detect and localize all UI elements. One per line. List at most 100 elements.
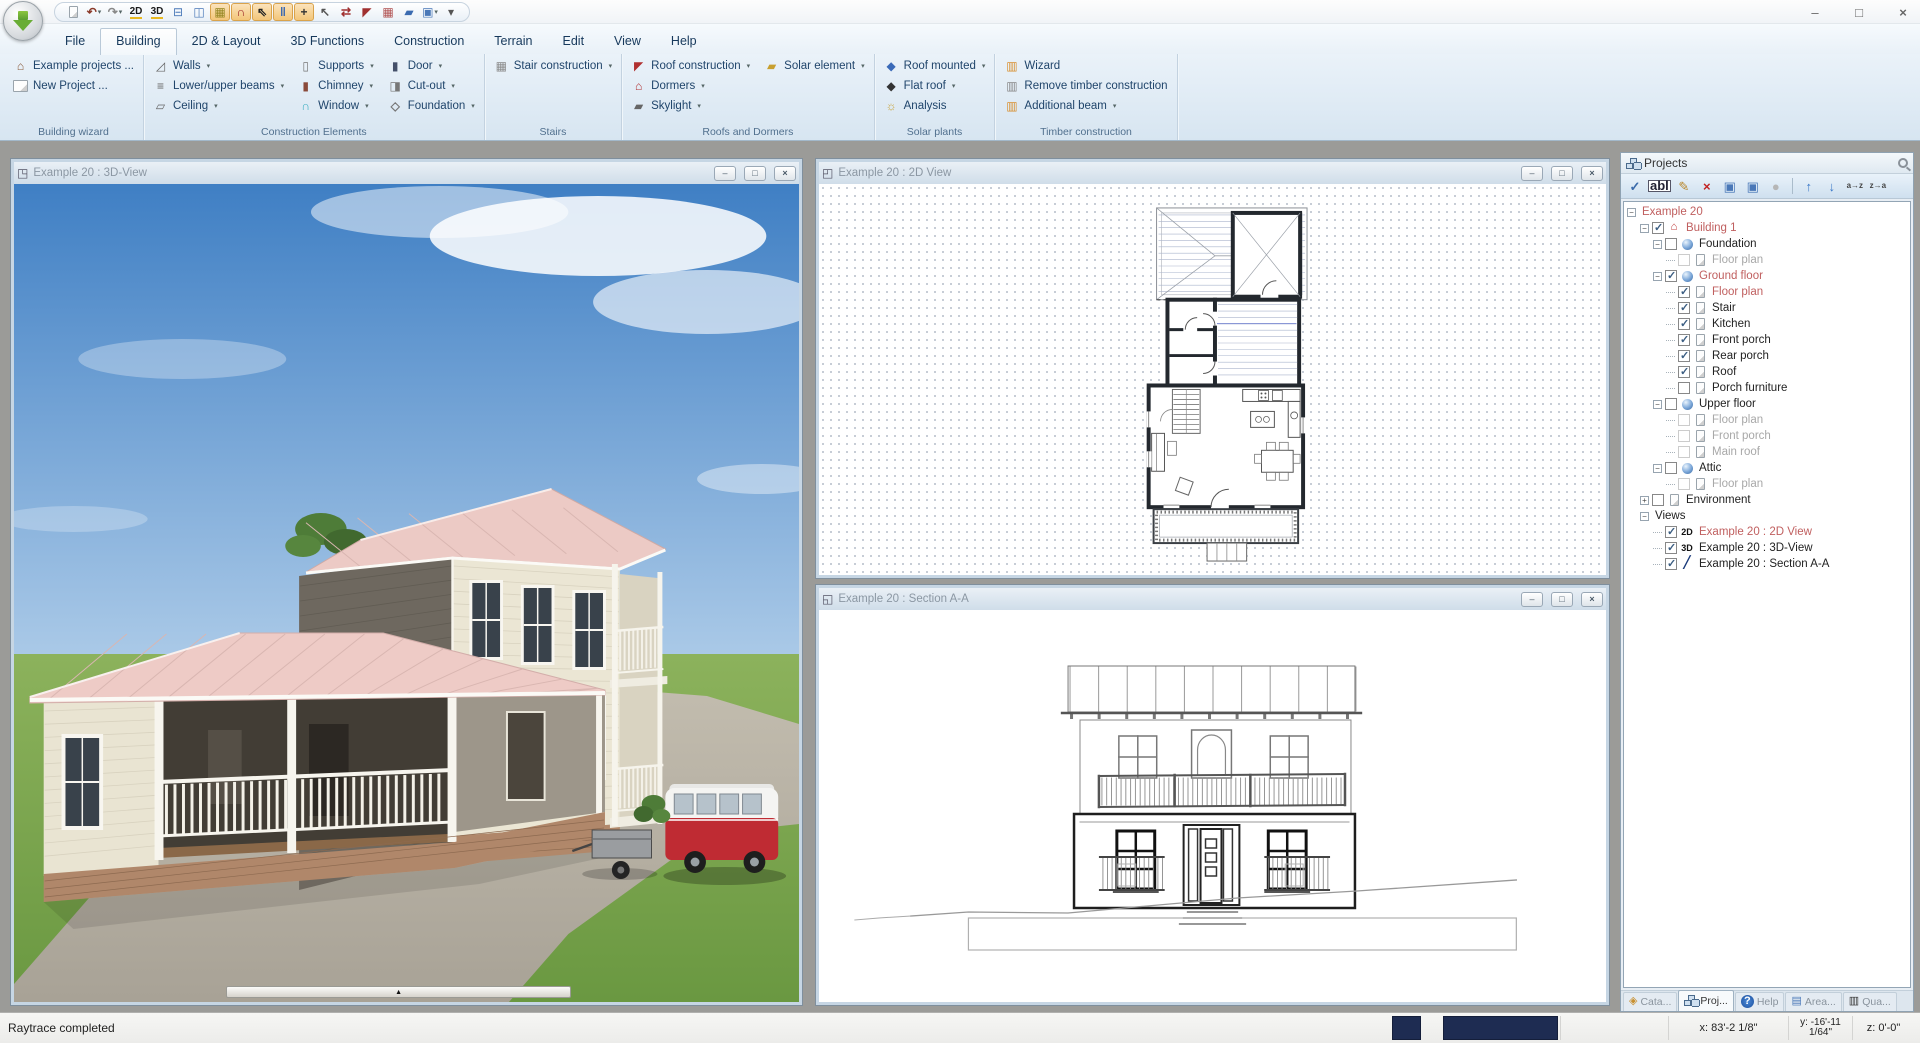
- window-section-close-button[interactable]: ×: [1581, 592, 1603, 607]
- walls-button[interactable]: ◿Walls▾: [150, 56, 287, 76]
- tree-expander-icon[interactable]: −: [1653, 272, 1662, 281]
- tree-checkbox[interactable]: [1678, 414, 1690, 426]
- roof-paint-button[interactable]: ◤: [357, 3, 377, 21]
- tree-item-upper-floor[interactable]: −Upper floor: [1624, 396, 1910, 412]
- render-sphere-button[interactable]: ●: [1766, 176, 1786, 196]
- tree-checkbox[interactable]: [1678, 366, 1690, 378]
- tree-checkbox[interactable]: [1678, 286, 1690, 298]
- tree-checkbox[interactable]: [1665, 462, 1677, 474]
- hatch-pattern-button[interactable]: ▦: [378, 3, 398, 21]
- tree-item-rear-porch[interactable]: Rear porch: [1624, 348, 1910, 364]
- window-3d-titlebar[interactable]: ◳ Example 20 : 3D-View – □ ×: [14, 162, 799, 184]
- tree-item-floor-plan[interactable]: Floor plan: [1624, 284, 1910, 300]
- split-horizontal-button[interactable]: ⊟: [168, 3, 188, 21]
- select-element-button[interactable]: ⇖: [252, 3, 272, 21]
- window-2d-maximize-button[interactable]: □: [1551, 166, 1573, 181]
- sort-ascending-button[interactable]: a→z: [1845, 176, 1865, 196]
- dormers-button[interactable]: ⌂Dormers▾: [628, 76, 753, 96]
- tab-building[interactable]: Building: [100, 28, 176, 55]
- app-logo-button[interactable]: [3, 1, 43, 41]
- section-canvas[interactable]: [819, 610, 1606, 1002]
- panel-tab-cata[interactable]: ◈Cata...: [1623, 992, 1677, 1011]
- panel-tab-area[interactable]: ▤Area...: [1785, 992, 1841, 1011]
- window-2d-titlebar[interactable]: ◰ Example 20 : 2D View – □ ×: [819, 162, 1606, 184]
- ceiling-button[interactable]: ▱Ceiling▾: [150, 96, 287, 116]
- copy-button[interactable]: ▣: [1720, 176, 1740, 196]
- new-file-button[interactable]: [63, 3, 83, 21]
- dropdown-arrow-icon[interactable]: ▾: [471, 102, 475, 110]
- tab-construction[interactable]: Construction: [379, 29, 479, 54]
- tree-checkbox[interactable]: [1678, 430, 1690, 442]
- solar-element-button[interactable]: ▰Solar element▾: [761, 56, 867, 76]
- window-2d-close-button[interactable]: ×: [1581, 166, 1603, 181]
- tree-item-environment[interactable]: +Environment: [1624, 492, 1910, 508]
- dropdown-arrow-icon[interactable]: ▾: [439, 62, 443, 70]
- undo-button[interactable]: ↶▾: [84, 3, 104, 21]
- door-button[interactable]: ▮Door▾: [385, 56, 478, 76]
- tree-checkbox[interactable]: [1665, 238, 1677, 250]
- tree-item-example-20-2d-view[interactable]: 2DExample 20 : 2D View: [1624, 524, 1910, 540]
- tree-item-kitchen[interactable]: Kitchen: [1624, 316, 1910, 332]
- tab-2d-layout[interactable]: 2D & Layout: [177, 29, 276, 54]
- tree-item-porch-furniture[interactable]: Porch furniture: [1624, 380, 1910, 396]
- dropdown-arrow-icon[interactable]: ▾: [370, 82, 374, 90]
- tree-item-building-1[interactable]: −⌂Building 1: [1624, 220, 1910, 236]
- dropdown-arrow-icon[interactable]: ▾: [697, 102, 701, 110]
- tree-checkbox[interactable]: [1665, 270, 1677, 282]
- paste-button[interactable]: ▣: [1743, 176, 1763, 196]
- tree-checkbox[interactable]: [1678, 478, 1690, 490]
- cut-out-button[interactable]: ◨Cut-out▾: [385, 76, 478, 96]
- split-vertical-button[interactable]: ◫: [189, 3, 209, 21]
- tab-help[interactable]: Help: [656, 29, 712, 54]
- search-icon[interactable]: [1898, 158, 1908, 168]
- dropdown-arrow-icon[interactable]: ▾: [451, 82, 455, 90]
- supports-button[interactable]: ▯Supports▾: [295, 56, 377, 76]
- status-indicator-2[interactable]: [1443, 1016, 1558, 1040]
- dropdown-arrow-icon[interactable]: ▾: [281, 82, 285, 90]
- tree-item-main-roof[interactable]: Main roof: [1624, 444, 1910, 460]
- tree-expander-icon[interactable]: −: [1640, 512, 1649, 521]
- tab-edit[interactable]: Edit: [548, 29, 600, 54]
- dropdown-arrow-icon[interactable]: ▾: [98, 8, 102, 16]
- roof-mounted-button[interactable]: ◆Roof mounted▾: [881, 56, 989, 76]
- dropdown-arrow-icon[interactable]: ▾: [952, 82, 956, 90]
- status-indicator-1[interactable]: [1392, 1016, 1421, 1040]
- tree-checkbox[interactable]: [1665, 398, 1677, 410]
- parallel-guides-button[interactable]: ‖: [273, 3, 293, 21]
- tree-checkbox[interactable]: [1678, 334, 1690, 346]
- edit-button[interactable]: ✎: [1674, 176, 1694, 196]
- window-3d-maximize-button[interactable]: □: [744, 166, 766, 181]
- tree-checkbox[interactable]: [1652, 494, 1664, 506]
- dropdown-arrow-icon[interactable]: ▾: [434, 8, 438, 16]
- tab-3d-functions[interactable]: 3D Functions: [275, 29, 379, 54]
- dropdown-arrow-icon[interactable]: ▾: [365, 102, 369, 110]
- tree-item-roof[interactable]: Roof: [1624, 364, 1910, 380]
- sort-descending-button[interactable]: z→a: [1868, 176, 1888, 196]
- floor-plan-canvas[interactable]: [819, 184, 1606, 575]
- dropdown-arrow-icon[interactable]: ▾: [747, 62, 751, 70]
- dropdown-arrow-icon[interactable]: ▾: [370, 62, 374, 70]
- foundation-button[interactable]: ◇Foundation▾: [385, 96, 478, 116]
- dropdown-arrow-icon[interactable]: ▾: [207, 62, 211, 70]
- window-2d-minimize-button[interactable]: –: [1521, 166, 1543, 181]
- lower-upper-beams-button[interactable]: ≡Lower/upper beams▾: [150, 76, 287, 96]
- app-minimize-button[interactable]: –: [1806, 5, 1824, 20]
- wizard-button[interactable]: ▥Wizard: [1001, 56, 1170, 76]
- snap-axis-button[interactable]: +: [294, 3, 314, 21]
- tree-checkbox[interactable]: [1678, 302, 1690, 314]
- tree-expander-icon[interactable]: −: [1653, 464, 1662, 473]
- snap-magnet-button[interactable]: ∩: [231, 3, 251, 21]
- panel-tab-help[interactable]: ?Help: [1735, 992, 1785, 1011]
- window-button[interactable]: ∩Window▾: [295, 96, 377, 116]
- grid-button[interactable]: ▦: [210, 3, 230, 21]
- 3d-walk-slider[interactable]: ▲: [226, 986, 571, 998]
- move-down-button[interactable]: ↓: [1822, 176, 1842, 196]
- tree-checkbox[interactable]: [1665, 558, 1677, 570]
- window-section-titlebar[interactable]: ◱ Example 20 : Section A-A – □ ×: [819, 588, 1606, 610]
- analysis-button[interactable]: ☼Analysis: [881, 96, 989, 116]
- tree-checkbox[interactable]: [1678, 254, 1690, 266]
- tab-file[interactable]: File: [50, 29, 100, 54]
- dropdown-arrow-icon[interactable]: ▾: [982, 62, 986, 70]
- tree-checkbox[interactable]: [1665, 542, 1677, 554]
- remove-timber-construction-button[interactable]: ▥Remove timber construction: [1001, 76, 1170, 96]
